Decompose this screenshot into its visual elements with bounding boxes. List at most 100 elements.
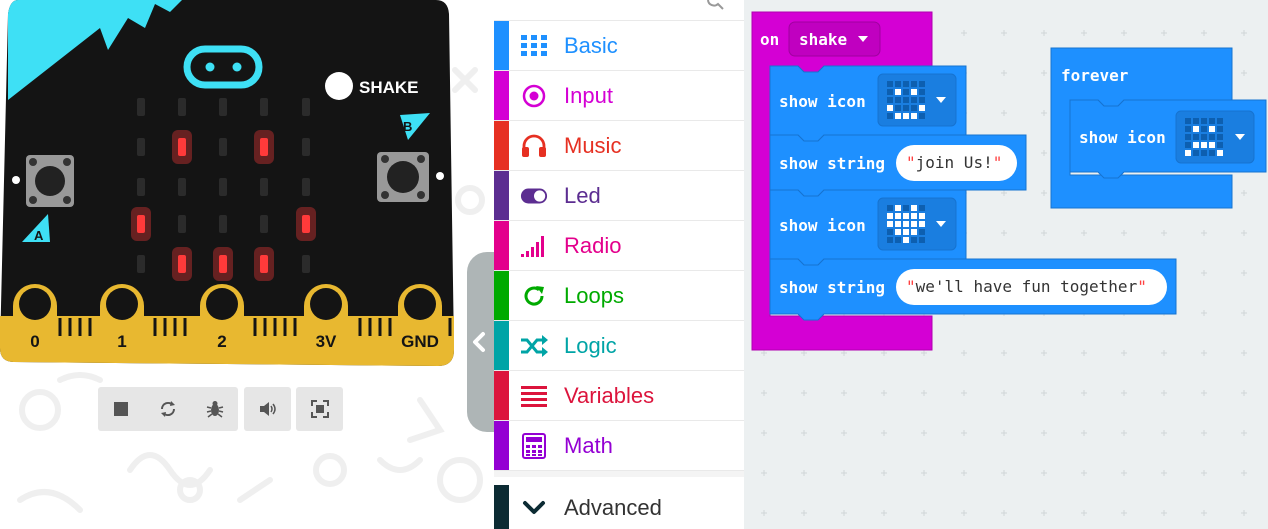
- restart-button[interactable]: [150, 387, 186, 431]
- chevron-down-icon: [520, 495, 548, 521]
- led-on: [260, 255, 268, 273]
- calculator-icon: [520, 433, 548, 459]
- pin-gnd[interactable]: GND: [398, 284, 442, 362]
- shuffle-icon: [520, 333, 548, 359]
- pin-label: 1: [117, 332, 126, 351]
- headphones-icon: [520, 133, 548, 159]
- shake-dropdown-value: shake: [799, 30, 847, 49]
- on-keyword: on: [760, 30, 779, 49]
- shake-button[interactable]: [325, 72, 353, 100]
- led-off: [137, 178, 145, 196]
- signal-icon: [520, 233, 548, 259]
- led-off: [219, 138, 227, 156]
- simulator-panel: SHAKE B A 0 1 2 3V GND: [0, 0, 494, 529]
- refresh-icon: [520, 283, 548, 309]
- icon-dropdown[interactable]: [1175, 110, 1255, 164]
- category-input[interactable]: Input: [494, 71, 744, 121]
- led-off: [302, 138, 310, 156]
- icon-dropdown[interactable]: [877, 73, 957, 127]
- category-label: Basic: [564, 33, 618, 58]
- category-music[interactable]: Music: [494, 121, 744, 171]
- led-off: [302, 178, 310, 196]
- button-b[interactable]: [377, 152, 429, 202]
- pin-label: GND: [401, 332, 439, 351]
- category-label: Loops: [564, 283, 624, 308]
- stop-button[interactable]: [103, 387, 139, 431]
- restart-icon: [160, 401, 175, 417]
- led-off: [137, 255, 145, 273]
- category-radio[interactable]: Radio: [494, 221, 744, 271]
- shake-label: SHAKE: [359, 78, 419, 97]
- toolbox: Basic Input Music Led Radio Loops Logic …: [494, 0, 745, 529]
- blocks-workspace[interactable]: on shake show icon show string "join Us!…: [744, 0, 1268, 529]
- led-on: [178, 138, 186, 156]
- category-led[interactable]: Led: [494, 171, 744, 221]
- led-off: [302, 98, 310, 116]
- happy-icon: [887, 81, 925, 119]
- led-off: [178, 98, 186, 116]
- led-on: [178, 255, 186, 273]
- show-string-label: show string: [779, 154, 885, 173]
- forever-block[interactable]: forever show icon: [1050, 47, 1267, 209]
- fullscreen-icon: [310, 400, 329, 418]
- shake-dropdown[interactable]: shake: [788, 21, 881, 57]
- category-label: Radio: [564, 233, 622, 258]
- show-icon-label: show icon: [1079, 128, 1166, 147]
- workspace-canvas: on shake show icon show string "join Us!…: [751, 11, 1267, 516]
- category-label: Input: [564, 83, 613, 108]
- pin-3v[interactable]: 3V: [304, 284, 348, 362]
- category-logic[interactable]: Logic: [494, 321, 744, 371]
- category-label: Music: [564, 133, 622, 158]
- led-off: [260, 98, 268, 116]
- show-icon-block[interactable]: show icon: [769, 65, 967, 142]
- show-string-block[interactable]: show string "join Us!": [769, 134, 1027, 197]
- category-label: Math: [564, 433, 613, 458]
- led-off: [219, 178, 227, 196]
- led-off: [260, 215, 268, 233]
- show-string-block[interactable]: show string "we'll have fun together": [769, 258, 1177, 321]
- search-box[interactable]: [494, 0, 744, 21]
- led-on: [260, 138, 268, 156]
- show-icon-label: show icon: [779, 216, 866, 235]
- led-off: [260, 178, 268, 196]
- stop-icon: [114, 402, 129, 416]
- debug-button[interactable]: [197, 387, 233, 431]
- pin-label: 0: [30, 332, 39, 351]
- fullscreen-button[interactable]: [296, 387, 343, 431]
- led-off: [219, 215, 227, 233]
- search-icon: [707, 0, 724, 10]
- led-off: [178, 215, 186, 233]
- show-icon-label: show icon: [779, 92, 866, 111]
- button-b-label: B: [403, 119, 412, 134]
- category-label: Logic: [564, 333, 617, 358]
- category-label: Led: [564, 183, 601, 208]
- category-basic[interactable]: Basic: [494, 21, 744, 71]
- category-math[interactable]: Math: [494, 421, 744, 471]
- category-variables[interactable]: Variables: [494, 371, 744, 421]
- pin-label: 2: [217, 332, 226, 351]
- string-value: "we'll have fun together": [906, 277, 1147, 296]
- pin-2[interactable]: 2: [200, 284, 244, 362]
- button-a[interactable]: [26, 155, 74, 207]
- microbit-board: SHAKE B A 0 1 2 3V GND: [0, 0, 454, 366]
- button-a-label: A: [34, 228, 44, 243]
- category-advanced[interactable]: Advanced: [494, 485, 744, 529]
- simulator-controls: [98, 387, 238, 431]
- simulator-controls-secondary: [244, 387, 343, 431]
- mute-button[interactable]: [244, 387, 291, 431]
- chevron-left-icon: [473, 332, 485, 352]
- mute-icon: [259, 402, 276, 416]
- led-off: [178, 178, 186, 196]
- show-icon-block[interactable]: show icon: [1069, 99, 1267, 179]
- debug-icon: [206, 401, 223, 418]
- led-on: [302, 215, 310, 233]
- icon-dropdown[interactable]: [877, 197, 957, 251]
- target-icon: [520, 83, 548, 109]
- pin-1[interactable]: 1: [100, 284, 144, 362]
- led-on: [219, 255, 227, 273]
- category-loops[interactable]: Loops: [494, 271, 744, 321]
- led-off: [137, 138, 145, 156]
- led-off: [219, 98, 227, 116]
- show-icon-block[interactable]: show icon: [769, 189, 967, 266]
- pin-0[interactable]: 0: [13, 284, 57, 362]
